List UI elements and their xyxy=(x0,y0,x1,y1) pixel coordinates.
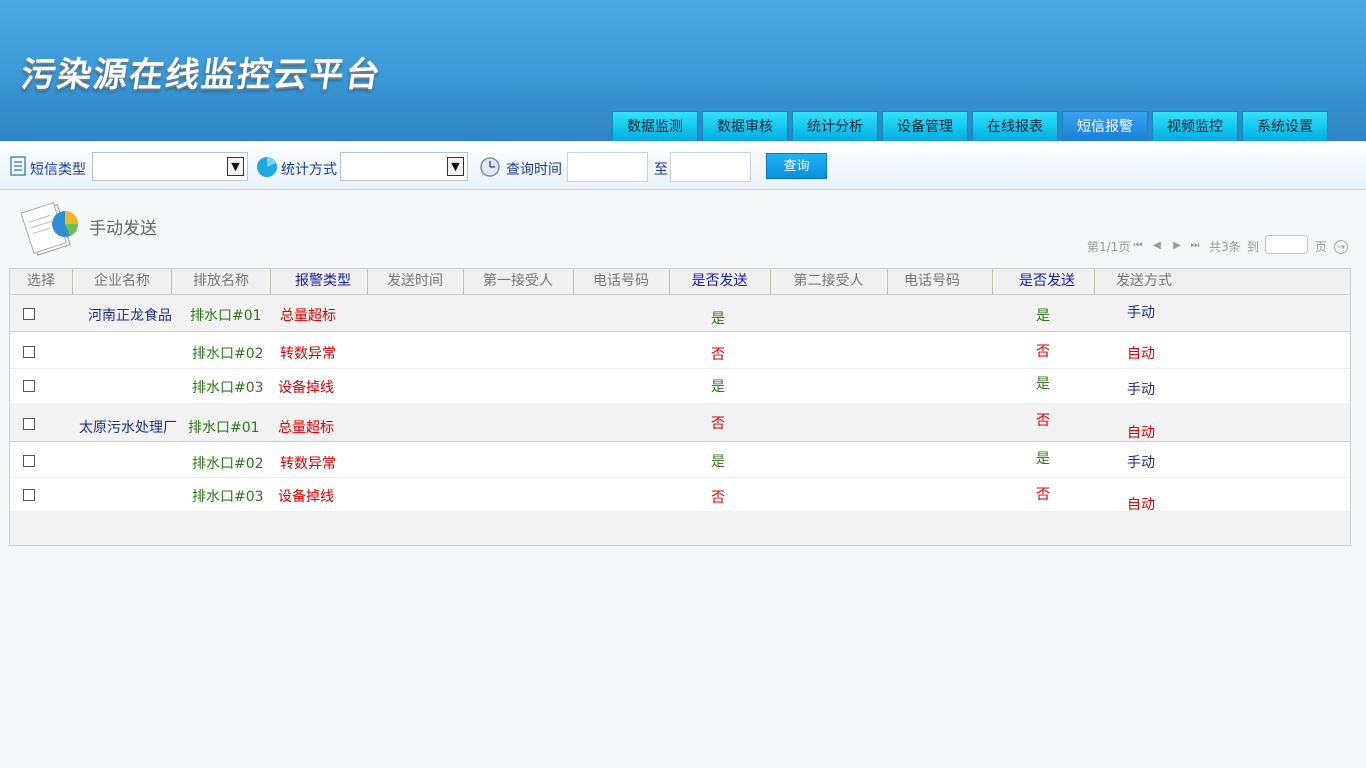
sent-status-1: 否 xyxy=(711,347,725,363)
outlet-name: 排水口#02 xyxy=(192,346,264,362)
col-sent-1: 是否发送 xyxy=(691,273,748,289)
col-first-receiver: 第一接受人 xyxy=(483,273,553,289)
col-send-method: 发送方式 xyxy=(1116,273,1172,289)
alarm-type: 转数异常 xyxy=(280,346,336,362)
row-checkbox[interactable] xyxy=(23,380,35,392)
sent-status-2: 否 xyxy=(1036,487,1050,503)
prev-page-icon[interactable]: ◀ xyxy=(1151,240,1163,252)
table-row: 排水口#03 设备掉线 是 是 手动 xyxy=(10,369,1350,403)
send-method: 手动 xyxy=(1127,305,1155,321)
sms-type-select[interactable]: ▼ xyxy=(92,152,248,181)
chevron-down-icon[interactable]: ▼ xyxy=(227,157,244,176)
tab-video-monitor[interactable]: 视频监控 xyxy=(1152,111,1238,141)
pie-chart-icon xyxy=(257,157,277,177)
col-phone-2: 电话号码 xyxy=(904,273,960,289)
app-title: 污染源在线监控云平台 xyxy=(18,55,385,95)
col-outlet: 排放名称 xyxy=(193,273,249,289)
col-phone-1: 电话号码 xyxy=(593,273,649,289)
tab-data-monitor[interactable]: 数据监测 xyxy=(612,111,698,141)
tab-system-settings[interactable]: 系统设置 xyxy=(1242,111,1328,141)
query-time-label: 查询时间 xyxy=(506,162,562,178)
alarm-type: 转数异常 xyxy=(280,456,336,472)
alarm-type: 总量超标 xyxy=(280,308,336,324)
goto-label: 到 xyxy=(1247,240,1260,254)
sent-status-1: 是 xyxy=(711,379,725,395)
sent-status-2: 否 xyxy=(1036,344,1050,360)
sent-status-2: 是 xyxy=(1036,308,1050,324)
tab-statistics[interactable]: 统计分析 xyxy=(792,111,878,141)
row-checkbox[interactable] xyxy=(23,346,35,358)
report-chart-icon xyxy=(20,202,78,256)
table-row: 太原污水处理厂 排水口#01 总量超标 否 否 自动 xyxy=(10,403,1350,442)
tab-online-reports[interactable]: 在线报表 xyxy=(972,111,1058,141)
send-method: 自动 xyxy=(1127,346,1155,362)
query-button[interactable]: 查询 xyxy=(766,153,827,179)
col-send-time: 发送时间 xyxy=(387,273,443,289)
outlet-name: 排水口#02 xyxy=(192,456,264,472)
alarm-table: 选择 企业名称 排放名称 报警类型 发送时间 第一接受人 电话号码 是否发送 第… xyxy=(9,268,1351,546)
section-title: 手动发送 xyxy=(89,219,157,239)
col-select: 选择 xyxy=(27,273,55,289)
company-name: 太原污水处理厂 xyxy=(79,420,177,436)
app-header: 污染源在线监控云平台 数据监测 数据审核 统计分析 设备管理 在线报表 短信报警… xyxy=(0,0,1366,141)
total-count: 共3条 xyxy=(1209,240,1241,254)
sent-status-1: 否 xyxy=(711,416,725,432)
sent-status-2: 是 xyxy=(1036,376,1050,392)
sent-status-2: 是 xyxy=(1036,451,1050,467)
row-checkbox[interactable] xyxy=(23,308,35,320)
send-method: 手动 xyxy=(1127,382,1155,398)
company-name: 河南正龙食品 xyxy=(88,308,172,324)
tab-data-audit[interactable]: 数据审核 xyxy=(702,111,788,141)
tab-device-management[interactable]: 设备管理 xyxy=(882,111,968,141)
end-time-input[interactable] xyxy=(670,152,751,182)
col-second-receiver: 第二接受人 xyxy=(793,273,864,289)
row-checkbox[interactable] xyxy=(23,418,35,430)
table-row: 排水口#03 设备掉线 否 否 自动 xyxy=(10,478,1350,513)
table-header: 选择 企业名称 排放名称 报警类型 发送时间 第一接受人 电话号码 是否发送 第… xyxy=(10,269,1350,295)
page-suffix: 页 xyxy=(1315,240,1328,254)
sms-type-label: 短信类型 xyxy=(30,162,86,178)
col-sent-2: 是否发送 xyxy=(1019,273,1075,289)
outlet-name: 排水口#01 xyxy=(188,420,260,436)
sent-status-1: 是 xyxy=(711,454,725,470)
row-checkbox[interactable] xyxy=(23,489,35,501)
page-number-input[interactable] xyxy=(1265,235,1308,254)
sent-status-2: 否 xyxy=(1036,413,1050,429)
send-method: 自动 xyxy=(1127,497,1155,513)
send-method: 手动 xyxy=(1127,455,1155,471)
table-row: 排水口#02 转数异常 否 否 自动 xyxy=(10,332,1350,369)
filter-bar: 短信类型 ▼ 统计方式 ▼ 查询时间 至 xyxy=(0,141,1366,190)
first-page-icon[interactable]: ⏮ xyxy=(1132,240,1144,252)
document-icon xyxy=(10,156,26,176)
outlet-name: 排水口#03 xyxy=(192,380,264,396)
sent-status-1: 是 xyxy=(711,311,725,327)
sent-status-1: 否 xyxy=(711,490,725,506)
stat-method-select[interactable]: ▼ xyxy=(340,152,468,181)
outlet-name: 排水口#03 xyxy=(192,489,264,505)
to-label: 至 xyxy=(654,162,668,178)
main-nav: 数据监测 数据审核 统计分析 设备管理 在线报表 短信报警 视频监控 系统设置 xyxy=(0,111,1366,141)
alarm-type: 设备掉线 xyxy=(278,380,334,396)
alarm-type: 设备掉线 xyxy=(278,489,334,505)
row-checkbox[interactable] xyxy=(23,455,35,467)
table-row: 排水口#02 转数异常 是 是 手动 xyxy=(10,442,1350,478)
next-page-icon[interactable]: ▶ xyxy=(1171,240,1183,252)
col-alarm-type: 报警类型 xyxy=(295,273,351,289)
start-time-input[interactable] xyxy=(567,152,648,182)
page-info: 第1/1页 xyxy=(1087,240,1131,254)
send-method: 自动 xyxy=(1127,425,1155,441)
col-company: 企业名称 xyxy=(94,273,150,289)
alarm-type: 总量超标 xyxy=(278,420,334,436)
last-page-icon[interactable]: ⏭ xyxy=(1189,240,1201,252)
go-page-icon[interactable]: → xyxy=(1334,240,1348,254)
stat-method-label: 统计方式 xyxy=(281,162,337,178)
outlet-name: 排水口#01 xyxy=(190,308,262,324)
tab-sms-alarm[interactable]: 短信报警 xyxy=(1062,111,1148,141)
chevron-down-icon[interactable]: ▼ xyxy=(447,157,464,176)
clock-icon xyxy=(480,157,500,177)
table-row: 河南正龙食品 排水口#01 总量超标 是 是 手动 xyxy=(10,295,1350,332)
